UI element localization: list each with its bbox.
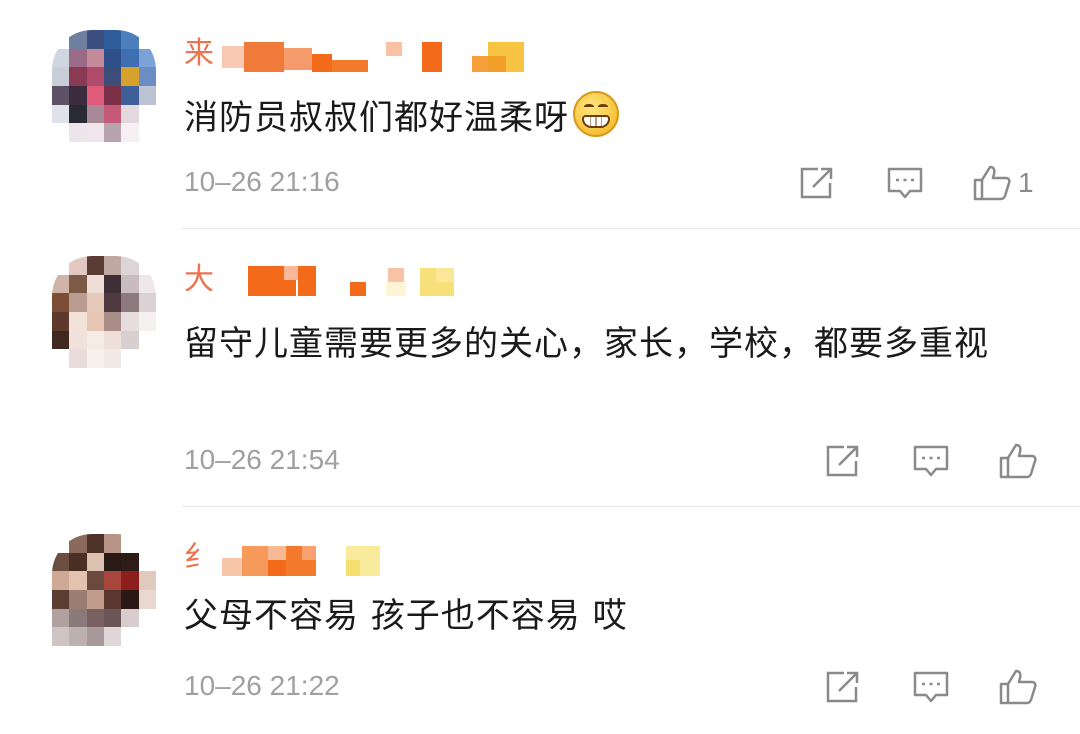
comment-timestamp: 10–26 21:16 xyxy=(184,166,340,197)
comment-text: 留守儿童需要更多的关心，家长，学校，都要多重视 xyxy=(184,324,989,364)
avatar[interactable] xyxy=(52,534,156,646)
comment-text: 父母不容易 孩子也不容易 哎 xyxy=(184,596,628,636)
share-icon xyxy=(826,671,859,703)
repost-button[interactable] xyxy=(798,166,836,200)
repost-button[interactable] xyxy=(824,444,862,478)
comment-icon xyxy=(887,167,923,199)
username[interactable]: 纟 xyxy=(184,538,388,578)
thumbs-up-icon xyxy=(999,669,1037,705)
username[interactable]: 大 xyxy=(184,260,462,300)
share-icon xyxy=(826,445,859,477)
comment-item: 来 消防员叔叔们都好温柔呀 10–26 21:16 1 xyxy=(0,0,1080,228)
username-mosaic xyxy=(222,260,462,300)
grin-emoji-icon xyxy=(573,91,619,137)
username-visible-char[interactable]: 纟 xyxy=(184,538,214,578)
reply-button[interactable] xyxy=(912,444,950,480)
repost-button[interactable] xyxy=(824,670,862,704)
like-count: 1 xyxy=(1018,167,1034,198)
reply-button[interactable] xyxy=(912,670,950,706)
username[interactable]: 来 xyxy=(184,34,532,74)
thumbs-up-icon xyxy=(973,165,1011,201)
username-mosaic xyxy=(222,34,532,74)
username-mosaic xyxy=(218,538,388,578)
comment-timestamp: 10–26 21:22 xyxy=(184,670,340,701)
like-button[interactable] xyxy=(998,668,1044,706)
reply-button[interactable] xyxy=(886,166,924,202)
comment-item: 纟 父母不容易 孩子也不容易 哎 10–26 21:22 xyxy=(0,506,1080,734)
comment-text: 消防员叔叔们都好温柔呀 xyxy=(184,84,1044,152)
share-icon xyxy=(800,167,833,199)
comment-feed: 来 消防员叔叔们都好温柔呀 10–26 21:16 1 大 留守儿童需要更多的关… xyxy=(0,0,1080,734)
like-button[interactable]: 1 xyxy=(972,164,1034,202)
comment-timestamp: 10–26 21:54 xyxy=(184,444,340,475)
comment-icon xyxy=(913,671,949,703)
comment-text-body: 消防员叔叔们都好温柔呀 xyxy=(184,98,569,138)
avatar[interactable] xyxy=(52,30,156,142)
username-visible-char[interactable]: 大 xyxy=(184,260,214,300)
comment-icon xyxy=(913,445,949,477)
avatar[interactable] xyxy=(52,256,156,368)
thumbs-up-icon xyxy=(999,443,1037,479)
like-button[interactable] xyxy=(998,442,1044,480)
username-visible-char[interactable]: 来 xyxy=(184,34,214,74)
comment-item: 大 留守儿童需要更多的关心，家长，学校，都要多重视 10–26 21:54 xyxy=(0,228,1080,506)
